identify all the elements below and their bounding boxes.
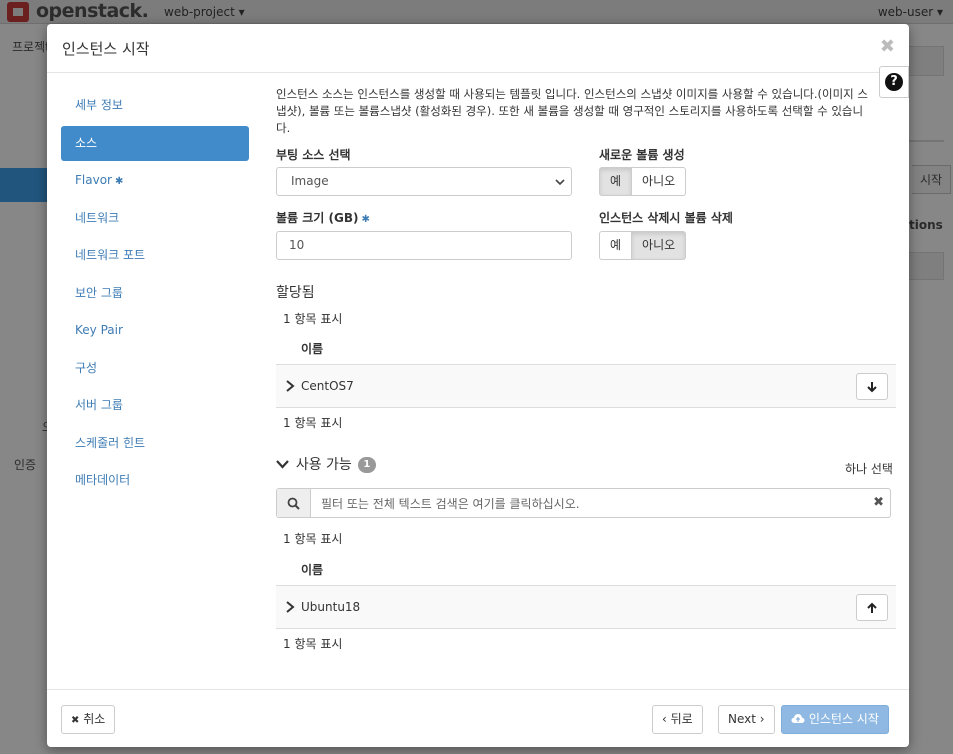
available-search[interactable]: 필터 또는 전체 텍스트 검색은 여기를 클릭하십시오. ✖ — [276, 488, 891, 518]
next-button[interactable]: Next › — [718, 705, 775, 734]
available-count-bottom: 1 항목 표시 — [283, 637, 343, 651]
allocated-count-top: 1 항목 표시 — [283, 312, 343, 326]
delete-volume-label: 인스턴스 삭제시 볼륨 삭제 — [599, 211, 733, 225]
close-icon: ✖ — [71, 715, 80, 726]
sidebar-item-label: Flavor — [75, 173, 112, 187]
arrow-down-icon — [867, 381, 877, 392]
deallocate-button[interactable] — [856, 373, 888, 400]
new-volume-label: 새로운 볼륨 생성 — [599, 148, 685, 162]
bg-panel — [908, 46, 944, 76]
delete-volume-no-button[interactable]: 아니오 — [632, 231, 687, 260]
boot-source-value: Image — [291, 174, 329, 188]
search-addon — [277, 489, 311, 517]
allocated-col-name[interactable]: 이름 — [301, 340, 323, 357]
cancel-button[interactable]: ✖ 취소 — [61, 705, 116, 734]
allocate-button[interactable] — [856, 594, 888, 621]
delete-volume-toggle: 예 아니오 — [599, 231, 687, 260]
sidebar-item-flavor[interactable]: Flavor ✱ — [61, 163, 249, 198]
available-item-name: Ubuntu18 — [301, 600, 361, 614]
sidebar-item-networks[interactable]: 네트워크 — [61, 201, 249, 236]
source-step-content: 인스턴스 소스는 인스턴스를 생성할 때 사용되는 템플릿 입니다. 인스턴스의… — [276, 86, 896, 137]
volume-size-input[interactable]: 10 — [276, 231, 572, 260]
search-input[interactable]: 필터 또는 전체 텍스트 검색은 여기를 클릭하십시오. — [321, 495, 580, 512]
chevron-right-icon[interactable] — [285, 380, 295, 392]
boot-source-select[interactable]: Image — [276, 167, 572, 196]
allocated-count-bottom: 1 항목 표시 — [283, 416, 343, 430]
boot-source-label: 부팅 소스 선택 — [276, 148, 351, 162]
new-volume-no-button[interactable]: 아니오 — [632, 167, 687, 196]
openstack-logo-icon — [7, 2, 29, 22]
select-one-hint: 하나 선택 — [845, 462, 893, 476]
sidebar-item-label: 보안 그룹 — [75, 285, 123, 300]
search-icon — [287, 497, 300, 510]
sidebar-item-network-ports[interactable]: 네트워크 포트 — [61, 238, 249, 273]
available-header[interactable]: 사용 가능 1 — [276, 454, 376, 474]
sidebar-item-key-pair[interactable]: Key Pair — [61, 313, 249, 348]
sidebar-item-label: 네트워크 — [75, 210, 120, 225]
volume-size-label-text: 볼륨 크기 (GB) — [276, 211, 359, 225]
modal-header: 인스턴스 시작 ✖ — [47, 24, 909, 73]
delete-volume-yes-button[interactable]: 예 — [599, 231, 633, 260]
sidebar-item-label: 스케줄러 힌트 — [75, 435, 146, 450]
sidebar-item-metadata[interactable]: 메타데이터 — [61, 463, 249, 498]
available-count-top: 1 항목 표시 — [283, 532, 343, 546]
sidebar-item-source[interactable]: 소스 — [61, 125, 249, 161]
sidebar-item-security-groups[interactable]: 보안 그룹 — [61, 276, 249, 311]
allocated-item-name: CentOS7 — [301, 379, 354, 393]
launch-label: 인스턴스 시작 — [808, 712, 879, 726]
brand-name: openstack. — [36, 0, 149, 22]
table-row[interactable]: Ubuntu18 — [276, 585, 896, 629]
required-icon: ✱ — [361, 214, 370, 225]
volume-size-label: 볼륨 크기 (GB) ✱ — [276, 209, 370, 226]
wizard-sidebar: 세부 정보 소스 Flavor ✱ 네트워크 네트워크 포트 보안 그룹 Key … — [61, 88, 249, 501]
sidebar-item-label: 소스 — [75, 135, 98, 150]
back-button[interactable]: ‹ 뒤로 — [652, 705, 703, 734]
sidebar-item-label: 메타데이터 — [75, 473, 131, 487]
available-count-badge: 1 — [357, 457, 376, 473]
user-dropdown[interactable]: web-user ▾ — [878, 5, 943, 19]
project-dropdown[interactable]: web-project ▾ — [164, 5, 245, 19]
chevron-down-icon — [276, 460, 289, 469]
bg-nav-auth: 인증 — [14, 458, 37, 472]
sidebar-item-label: 세부 정보 — [75, 98, 123, 112]
allocated-title: 할당됨 — [276, 285, 315, 301]
sidebar-item-server-groups[interactable]: 서버 그룹 — [61, 388, 249, 423]
source-description: 인스턴스 소스는 인스턴스를 생성할 때 사용되는 템플릿 입니다. 인스턴스의… — [276, 87, 868, 135]
available-title: 사용 가능 — [295, 457, 352, 473]
chevron-down-icon — [555, 179, 565, 186]
bg-breadcrumb: 프로젝t — [12, 40, 50, 54]
sidebar-item-label: 네트워크 포트 — [75, 248, 146, 262]
bg-divider — [908, 140, 944, 142]
bg-actions-header: tions — [909, 218, 943, 232]
table-row[interactable]: CentOS7 — [276, 364, 896, 408]
sidebar-item-details[interactable]: 세부 정보 — [61, 88, 249, 123]
sidebar-item-label: 서버 그룹 — [75, 398, 123, 412]
available-col-name[interactable]: 이름 — [301, 561, 323, 578]
cloud-upload-icon — [791, 714, 805, 723]
bg-launch-button: 시작 — [912, 165, 952, 194]
chevron-right-icon[interactable] — [285, 601, 295, 613]
bg-row — [908, 252, 944, 280]
sidebar-item-label: 구성 — [75, 360, 98, 375]
clear-icon[interactable]: ✖ — [873, 495, 884, 510]
sidebar-item-scheduler-hints[interactable]: 스케줄러 힌트 — [61, 426, 249, 461]
cancel-label: 취소 — [83, 712, 106, 726]
required-icon: ✱ — [114, 176, 124, 187]
modal-footer: ✖ 취소 ‹ 뒤로 Next › 인스턴스 시작 — [47, 689, 909, 747]
launch-instance-modal: 인스턴스 시작 ✖ ? 세부 정보 소스 Flavor ✱ 네트워크 네트워크 포… — [47, 24, 909, 747]
arrow-up-icon — [867, 602, 877, 613]
bg-active-nav — [0, 168, 48, 202]
close-icon[interactable]: ✖ — [880, 36, 895, 57]
launch-instance-button[interactable]: 인스턴스 시작 — [781, 705, 889, 734]
new-volume-yes-button[interactable]: 예 — [599, 167, 633, 196]
new-volume-toggle: 예 아니오 — [599, 167, 687, 196]
volume-size-value: 10 — [289, 238, 305, 252]
sidebar-item-label: Key Pair — [75, 323, 123, 337]
top-navbar: openstack. web-project ▾ web-user ▾ — [0, 0, 953, 24]
sidebar-item-configuration[interactable]: 구성 — [61, 351, 249, 386]
modal-title: 인스턴스 시작 — [62, 40, 150, 58]
